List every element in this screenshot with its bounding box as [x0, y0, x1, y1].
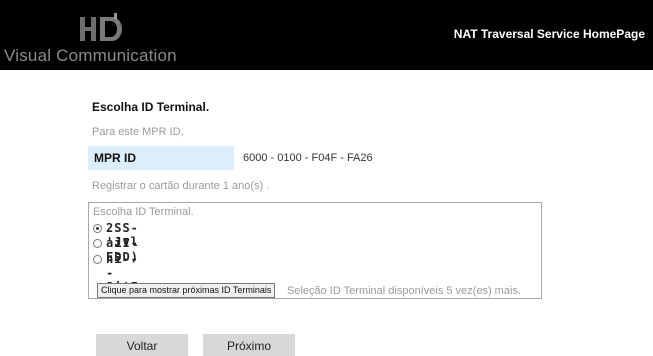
hd-logo-icon: [80, 13, 122, 41]
header-title: NAT Traversal Service HomePage: [453, 27, 645, 41]
mpr-id-value: 6000 - 0100 - F04F - FA26: [243, 152, 373, 164]
next-button[interactable]: Próximo: [203, 334, 295, 356]
show-more-terminals-button[interactable]: Clique para mostrar próximas ID Terminai…: [97, 283, 276, 298]
radio-button-icon[interactable]: [93, 255, 102, 264]
radio-button-icon[interactable]: [93, 224, 102, 233]
app-header: Visual Communication NAT Traversal Servi…: [0, 0, 653, 70]
mpr-note: Para este MPR ID,: [92, 126, 184, 138]
page-title: Escolha ID Terminal.: [92, 100, 210, 114]
logo-subtitle: Visual Communication: [4, 46, 177, 65]
terminal-select-box: Escolha ID Terminal. 2SS-'Jvl aiI-EDD) n…: [88, 202, 542, 299]
mpr-id-row: MPR ID 6000 - 0100 - F04F - FA26: [88, 146, 378, 170]
radio-button-icon[interactable]: [93, 239, 102, 248]
terminal-select-legend: Escolha ID Terminal.: [93, 206, 194, 218]
availability-text: Seleção ID Terminal disponíveis 5 vez(es…: [287, 285, 521, 297]
back-button[interactable]: Voltar: [96, 334, 188, 356]
register-note: Registrar o cartão durante 1 ano(s) .: [92, 180, 270, 192]
mpr-id-label: MPR ID: [88, 146, 234, 170]
